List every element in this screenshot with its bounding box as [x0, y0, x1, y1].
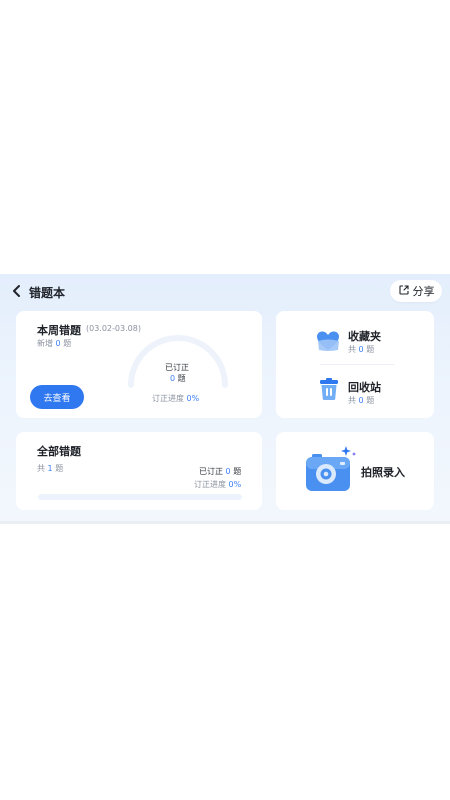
week-title: 本周错题: [37, 324, 81, 337]
share-icon: [398, 284, 410, 299]
all-progress-text: 订正进度 0%: [194, 480, 242, 489]
week-new-count: 新增 0 题: [37, 339, 72, 348]
week-wrong-card: 本周错题 (03.02-03.08) 新增 0 题 已订正 0 题 订正进度 0…: [16, 311, 262, 418]
week-corrected-count: 0 题: [170, 374, 186, 383]
wrong-question-book-screen: 错题本 分享 本周错题 (03.02-03.08) 新增 0 题 已订正 0 题…: [0, 274, 450, 524]
week-date-range: (03.02-03.08): [86, 324, 141, 333]
favorites-label: 收藏夹: [348, 330, 381, 343]
back-icon[interactable]: [10, 284, 24, 298]
page-title: 错题本: [29, 286, 66, 300]
collection-card: 收藏夹 共 0 题 回收站 共 0 题: [276, 311, 434, 418]
all-wrong-card[interactable]: 全部错题 共 1 题 已订正 0 题 订正进度 0%: [16, 432, 262, 510]
share-label: 分享: [412, 285, 435, 298]
heart-folder-icon: [317, 331, 339, 351]
view-button[interactable]: 去查看: [30, 385, 84, 409]
recycle-count: 共 0 题: [348, 396, 375, 405]
favorites-count: 共 0 题: [348, 345, 375, 354]
photo-entry-label: 拍照录入: [361, 466, 405, 479]
all-progress-bar: [38, 494, 242, 500]
all-title: 全部错题: [37, 445, 81, 458]
all-corrected-count: 已订正 0 题: [199, 467, 242, 476]
photo-entry-card[interactable]: 拍照录入: [276, 432, 434, 510]
divider: [320, 364, 394, 365]
top-bar: 错题本 分享: [0, 274, 450, 310]
week-progress-text: 订正进度 0%: [152, 394, 200, 403]
week-corrected-label: 已订正: [165, 363, 189, 372]
all-total-count: 共 1 题: [37, 464, 64, 473]
share-button[interactable]: 分享: [390, 280, 442, 302]
camera-icon: [306, 446, 356, 491]
recycle-label: 回收站: [348, 381, 381, 394]
trash-icon: [320, 378, 338, 400]
